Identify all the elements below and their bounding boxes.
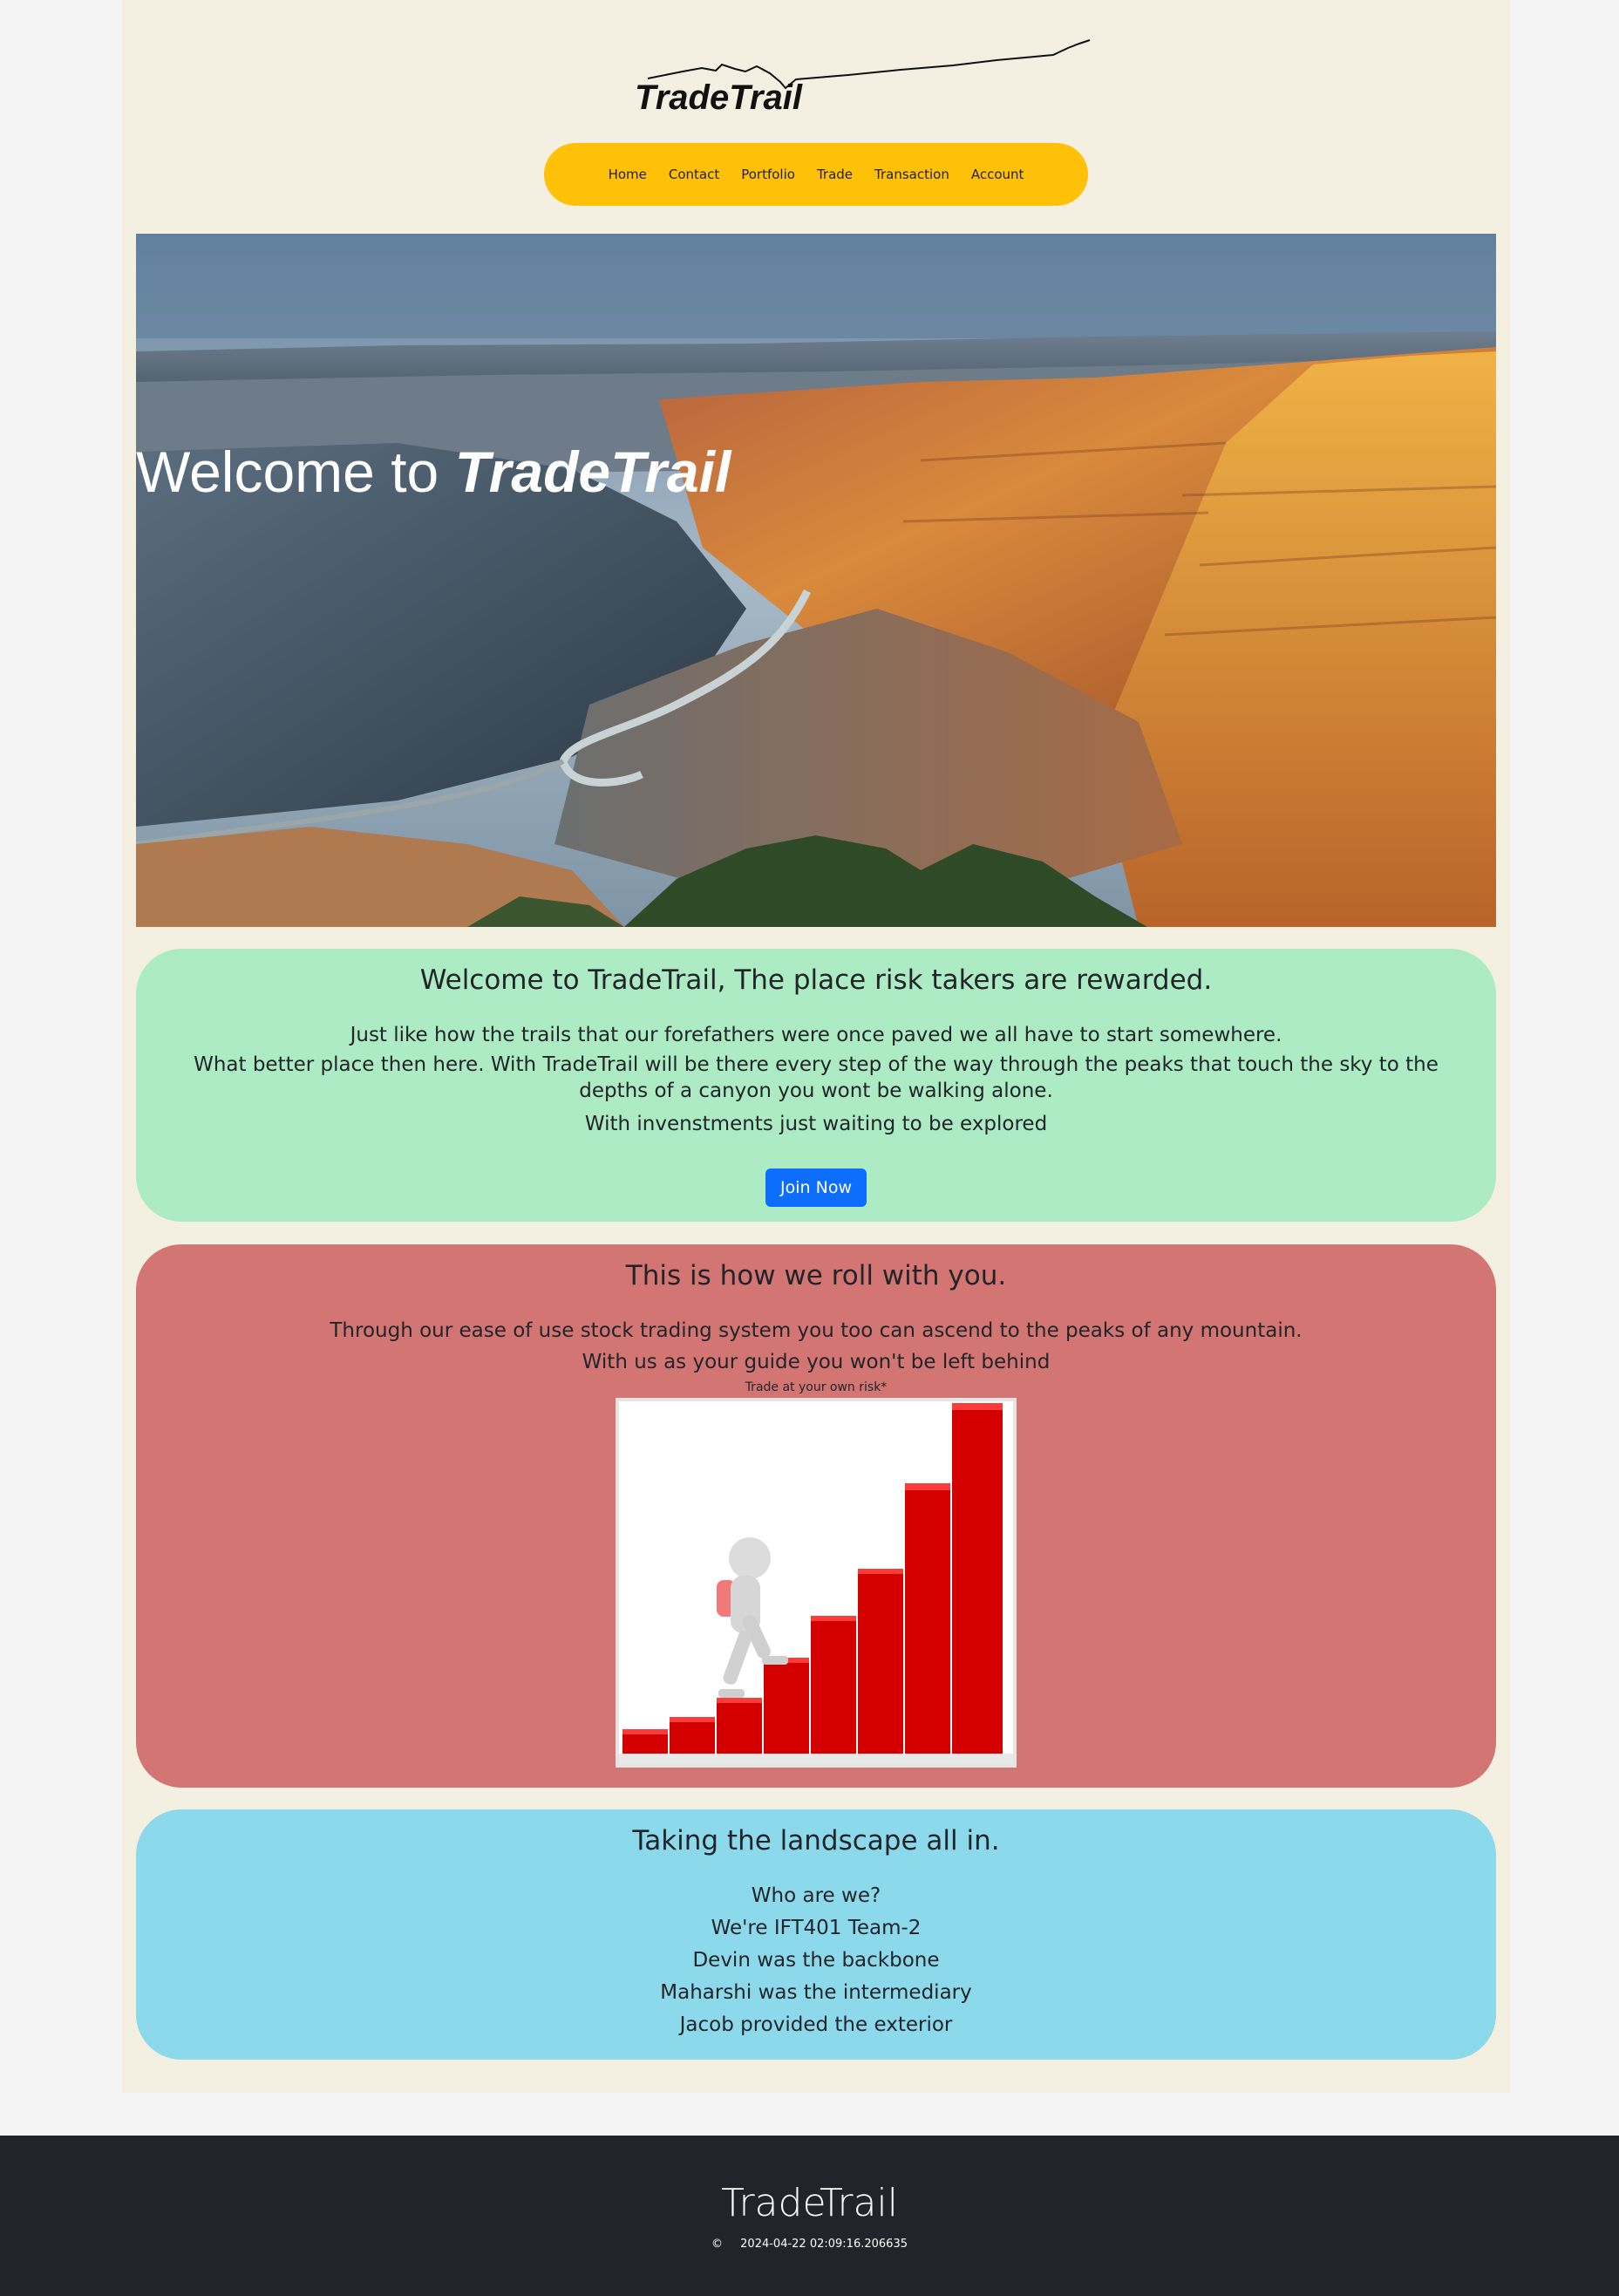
canyon-landscape-image xyxy=(136,234,1496,927)
hero-title-prefix: Welcome to xyxy=(136,439,455,504)
welcome-line-1: Just like how the trails that our forefa… xyxy=(350,1024,1282,1046)
welcome-heading: Welcome to TradeTrail, The place risk ta… xyxy=(419,964,1213,996)
site-logo[interactable]: TradeTrail xyxy=(613,33,1162,129)
roll-line-2: With us as your guide you won't be left … xyxy=(582,1351,1051,1373)
footer-meta: © 2024-04-22 02:09:16.206635 xyxy=(0,2238,1619,2251)
welcome-line-3: With invenstments just waiting to be exp… xyxy=(584,1113,1048,1135)
nav-portfolio[interactable]: Portfolio xyxy=(741,167,795,182)
hero-title-brand: TradeTrail xyxy=(454,439,731,504)
nav-contact[interactable]: Contact xyxy=(669,167,719,182)
hero-banner: Welcome to TradeTrail xyxy=(136,234,1496,927)
footer-timestamp: 2024-04-22 02:09:16.206635 xyxy=(740,2238,908,2251)
welcome-panel: Welcome to TradeTrail, The place risk ta… xyxy=(136,949,1496,1222)
roll-heading: This is how we roll with you. xyxy=(625,1260,1007,1291)
logo-text: TradeTrail xyxy=(635,78,802,117)
climbing-bar-chart-image xyxy=(616,1398,1017,1768)
footer-brand: TradeTrail xyxy=(721,2181,898,2225)
about-line-1: Who are we? xyxy=(751,1884,881,1907)
join-now-button[interactable]: Join Now xyxy=(765,1168,867,1207)
about-panel: Taking the landscape all in. Who are we?… xyxy=(136,1809,1496,2060)
about-line-5: Jacob provided the exterior xyxy=(679,2013,953,2036)
roll-panel: This is how we roll with you. Through ou… xyxy=(136,1244,1496,1788)
about-line-4: Maharshi was the intermediary xyxy=(660,1981,972,2004)
about-line-3: Devin was the backbone xyxy=(692,1949,940,1972)
copyright-symbol: © xyxy=(711,2238,724,2251)
page-container: TradeTrail Home Contact Portfolio Trade … xyxy=(122,0,1510,2093)
risk-note: Trade at your own risk* xyxy=(745,1380,888,1394)
roll-line-1: Through our ease of use stock trading sy… xyxy=(330,1319,1303,1342)
main-nav: Home Contact Portfolio Trade Transaction… xyxy=(544,143,1088,206)
about-heading: Taking the landscape all in. xyxy=(632,1825,1000,1857)
about-line-2: We're IFT401 Team-2 xyxy=(711,1917,922,1939)
nav-account[interactable]: Account xyxy=(971,167,1024,182)
site-footer: TradeTrail © 2024-04-22 02:09:16.206635 xyxy=(0,2136,1619,2296)
nav-trade[interactable]: Trade xyxy=(817,167,853,182)
nav-home[interactable]: Home xyxy=(609,167,647,182)
welcome-line-2: What better place then here. With TradeT… xyxy=(194,1053,1439,1102)
hero-title: Welcome to TradeTrail xyxy=(136,439,731,505)
nav-transaction[interactable]: Transaction xyxy=(874,167,949,182)
